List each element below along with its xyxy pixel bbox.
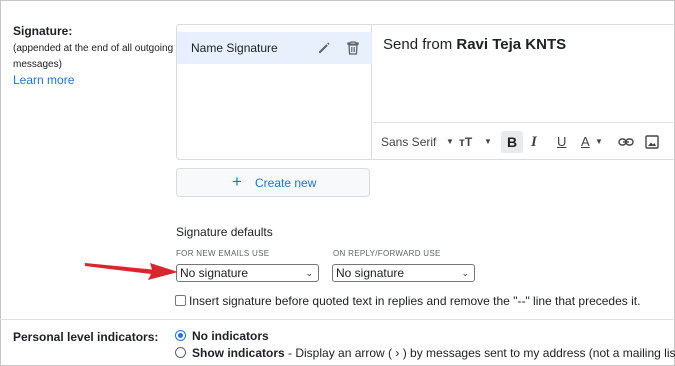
- pencil-icon[interactable]: [316, 40, 332, 56]
- bold-button[interactable]: B: [501, 131, 523, 153]
- learn-more-link[interactable]: Learn more: [13, 73, 74, 87]
- section-divider: [0, 319, 675, 320]
- trash-icon[interactable]: [345, 40, 361, 56]
- formatting-toolbar: Sans Serif ▼ тT ▼ B I U A ▼: [373, 122, 675, 158]
- show-indicators-description: - Display an arrow ( › ) by messages sen…: [284, 346, 675, 360]
- reply-forward-signature-select[interactable]: No signature ⌄: [332, 264, 475, 282]
- signature-list: Name Signature: [177, 25, 372, 159]
- red-arrow-annotation: [85, 263, 178, 280]
- reply-forward-selected-value: No signature: [336, 266, 405, 280]
- plus-icon: +: [232, 172, 242, 191]
- no-indicators-label: No indicators: [192, 329, 269, 343]
- new-emails-selected-value: No signature: [180, 266, 249, 280]
- reply-forward-label: ON REPLY/FORWARD USE: [333, 249, 441, 258]
- image-icon[interactable]: [644, 132, 660, 152]
- link-icon[interactable]: [618, 132, 634, 152]
- italic-button[interactable]: I: [531, 132, 537, 152]
- signature-editor-box: Name Signature Send from Ravi Teja KNTS …: [176, 24, 675, 160]
- signature-name: Name Signature: [191, 41, 278, 55]
- create-new-signature-button[interactable]: + Create new: [176, 168, 370, 197]
- no-indicators-radio[interactable]: [175, 330, 186, 341]
- signature-text-editor[interactable]: Send from Ravi Teja KNTS Sans Serif ▼ тT…: [373, 25, 675, 159]
- underline-button[interactable]: U: [557, 132, 566, 152]
- signature-heading: Signature:: [13, 24, 73, 38]
- signature-list-item[interactable]: Name Signature: [177, 32, 372, 64]
- create-new-label: Create new: [255, 176, 317, 190]
- caret-down-icon[interactable]: ▼: [446, 132, 454, 152]
- text-color-button[interactable]: A: [581, 132, 590, 152]
- no-indicators-option[interactable]: No indicators: [175, 329, 269, 343]
- show-indicators-option[interactable]: Show indicators - Display an arrow ( › )…: [175, 346, 675, 360]
- signature-content[interactable]: Send from Ravi Teja KNTS: [383, 36, 566, 53]
- insert-before-quoted-option: Insert signature before quoted text in r…: [175, 294, 640, 308]
- font-family-dropdown[interactable]: Sans Serif: [381, 132, 436, 152]
- new-emails-signature-select[interactable]: No signature ⌄: [176, 264, 319, 282]
- signature-content-prefix: Send from: [383, 36, 457, 53]
- new-emails-label: FOR NEW EMAILS USE: [176, 249, 270, 258]
- show-indicators-radio[interactable]: [175, 347, 186, 358]
- show-indicators-label: Show indicators: [192, 346, 285, 360]
- signature-content-name: Ravi Teja KNTS: [456, 36, 567, 53]
- chevron-down-icon: ⌄: [461, 268, 469, 278]
- insert-before-quoted-checkbox[interactable]: [175, 295, 186, 306]
- insert-before-quoted-label: Insert signature before quoted text in r…: [189, 294, 641, 308]
- text-size-icon[interactable]: тT: [459, 132, 472, 152]
- caret-down-icon[interactable]: ▼: [484, 132, 492, 152]
- caret-down-icon[interactable]: ▼: [595, 132, 603, 152]
- chevron-down-icon: ⌄: [305, 268, 313, 278]
- personal-level-indicators-heading: Personal level indicators:: [13, 330, 159, 344]
- signature-description: (appended at the end of all outgoing mes…: [13, 43, 174, 70]
- signature-defaults-heading: Signature defaults: [176, 225, 273, 239]
